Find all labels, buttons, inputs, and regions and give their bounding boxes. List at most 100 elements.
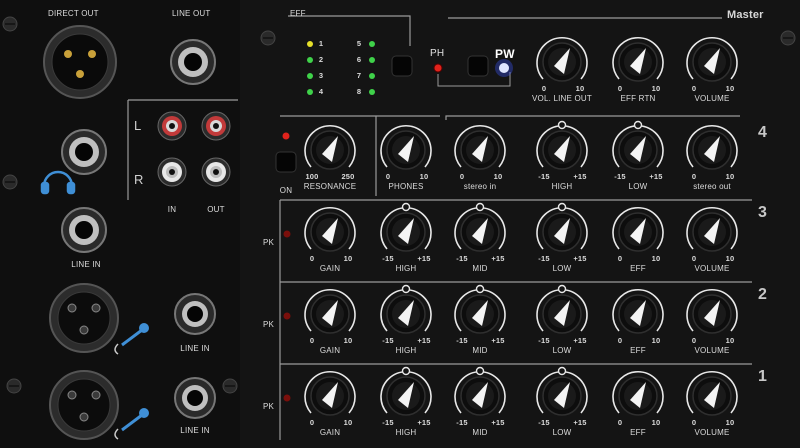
master-knob[interactable] [686,36,738,82]
knob-max-label: 10 [343,418,353,427]
knob-label: stereo out [693,182,731,191]
line-out-label: LINE OUT [172,9,211,18]
ch3-eff-knob[interactable] [612,206,664,252]
knob-max-label: 10 [651,336,661,345]
knob-max-label: 10 [651,418,661,427]
knob-min-label: -15 [456,254,468,263]
eff-led-number: 8 [356,87,362,96]
ch2-gain-knob[interactable] [304,288,356,334]
ch4-stereo-in-knob[interactable] [454,124,506,170]
channel-number: 1 [758,368,768,385]
eff-led-number: 3 [318,71,324,80]
eff-bracket [288,15,411,46]
knob-label: VOLUME [694,428,730,437]
ch1-gain-knob[interactable] [304,370,356,416]
eff-led [307,41,313,47]
master-knob[interactable] [612,36,664,82]
ch1-low-knob[interactable] [536,366,588,416]
ch3-gain-knob[interactable] [304,206,356,252]
knob-label: EFF [630,264,646,273]
rca-in-left-jack[interactable] [157,111,187,141]
knob-label: VOLUME [694,346,730,355]
ch2-high-knob[interactable] [380,284,432,334]
phantom-led [433,63,443,73]
knob-label: GAIN [319,346,341,355]
screw-icon [780,30,796,46]
knob-label: HIGH [551,182,573,191]
eff-led-number: 7 [356,71,362,80]
ch1-mid-knob[interactable] [454,366,506,416]
xlr-input-1-jack[interactable] [49,370,119,440]
phantom-label: PH [430,48,445,59]
ch1-eff-knob[interactable] [612,370,664,416]
on-label: ON [279,186,293,195]
line-out-jack[interactable] [170,39,216,85]
channel-number: 3 [758,204,768,221]
channel-number: 2 [758,286,768,303]
knob-min-label: 0 [309,336,315,345]
knob-max-label: 10 [651,84,661,93]
ch1-high-knob[interactable] [380,366,432,416]
knob-label: GAIN [319,264,341,273]
panel-artwork [2,15,796,440]
knob-label: LOW [552,428,572,437]
screw-icon [2,16,18,32]
eff-led [307,89,313,95]
rca-out-left-jack[interactable] [201,111,231,141]
peak-led [283,312,291,320]
rca-out-right-jack[interactable] [201,157,231,187]
knob-min-label: 0 [309,254,315,263]
knob-label: MID [472,264,488,273]
xlr-direct-out-jack[interactable] [43,25,117,99]
ch2-mid-knob[interactable] [454,284,506,334]
eff-led-number: 1 [318,39,324,48]
knob-min-label: -15 [382,254,394,263]
ch2-volume-knob[interactable] [686,288,738,334]
knob-min-label: 0 [541,84,547,93]
line-in-jack-left[interactable] [61,207,107,253]
ch4-low-knob[interactable] [612,120,664,170]
screw-icon [222,378,238,394]
knob-min-label: -15 [538,254,550,263]
ch4-stereo-out-knob[interactable] [686,124,738,170]
line-in-1-jack[interactable] [174,377,216,419]
ch4-frame [280,115,740,120]
rca-in-right-jack[interactable] [157,157,187,187]
direct-out-label: DIRECT OUT [48,9,99,18]
knob-label: MID [472,346,488,355]
knob-label: LOW [552,264,572,273]
ch4-resonance-knob[interactable] [304,124,356,170]
ch2-eff-knob[interactable] [612,288,664,334]
ch3-low-knob[interactable] [536,202,588,252]
ch4-phones-knob[interactable] [380,124,432,170]
knob-max-label: +15 [573,172,587,181]
knob-max-label: 10 [575,84,585,93]
knob-max-label: +15 [649,172,663,181]
knob-min-label: 0 [691,254,697,263]
ch3-high-knob[interactable] [380,202,432,252]
line-in-label: LINE IN [180,344,210,353]
eff-led-number: 2 [318,55,324,64]
xlr-input-2-jack[interactable] [49,283,119,353]
phones-jack[interactable] [61,129,107,175]
knob-max-label: 10 [725,84,735,93]
knob-min-label: -15 [382,336,394,345]
knob-min-label: 0 [691,84,697,93]
knob-max-label: 10 [343,336,353,345]
ch3-volume-knob[interactable] [686,206,738,252]
master-knob[interactable] [536,36,588,82]
phantom-power-button[interactable] [467,55,489,77]
knob-label: RESONANCE [303,182,357,191]
eff-select-button[interactable] [391,55,413,77]
screw-icon [2,174,18,190]
resonance-on-button[interactable] [275,151,297,173]
ch4-high-knob[interactable] [536,120,588,170]
peak-led [283,394,291,402]
peak-label: PK [263,320,275,329]
knob-label: EFF [630,428,646,437]
line-in-2-jack[interactable] [174,293,216,335]
ch1-volume-knob[interactable] [686,370,738,416]
knob-min-label: -15 [382,418,394,427]
ch2-low-knob[interactable] [536,284,588,334]
ch3-mid-knob[interactable] [454,202,506,252]
